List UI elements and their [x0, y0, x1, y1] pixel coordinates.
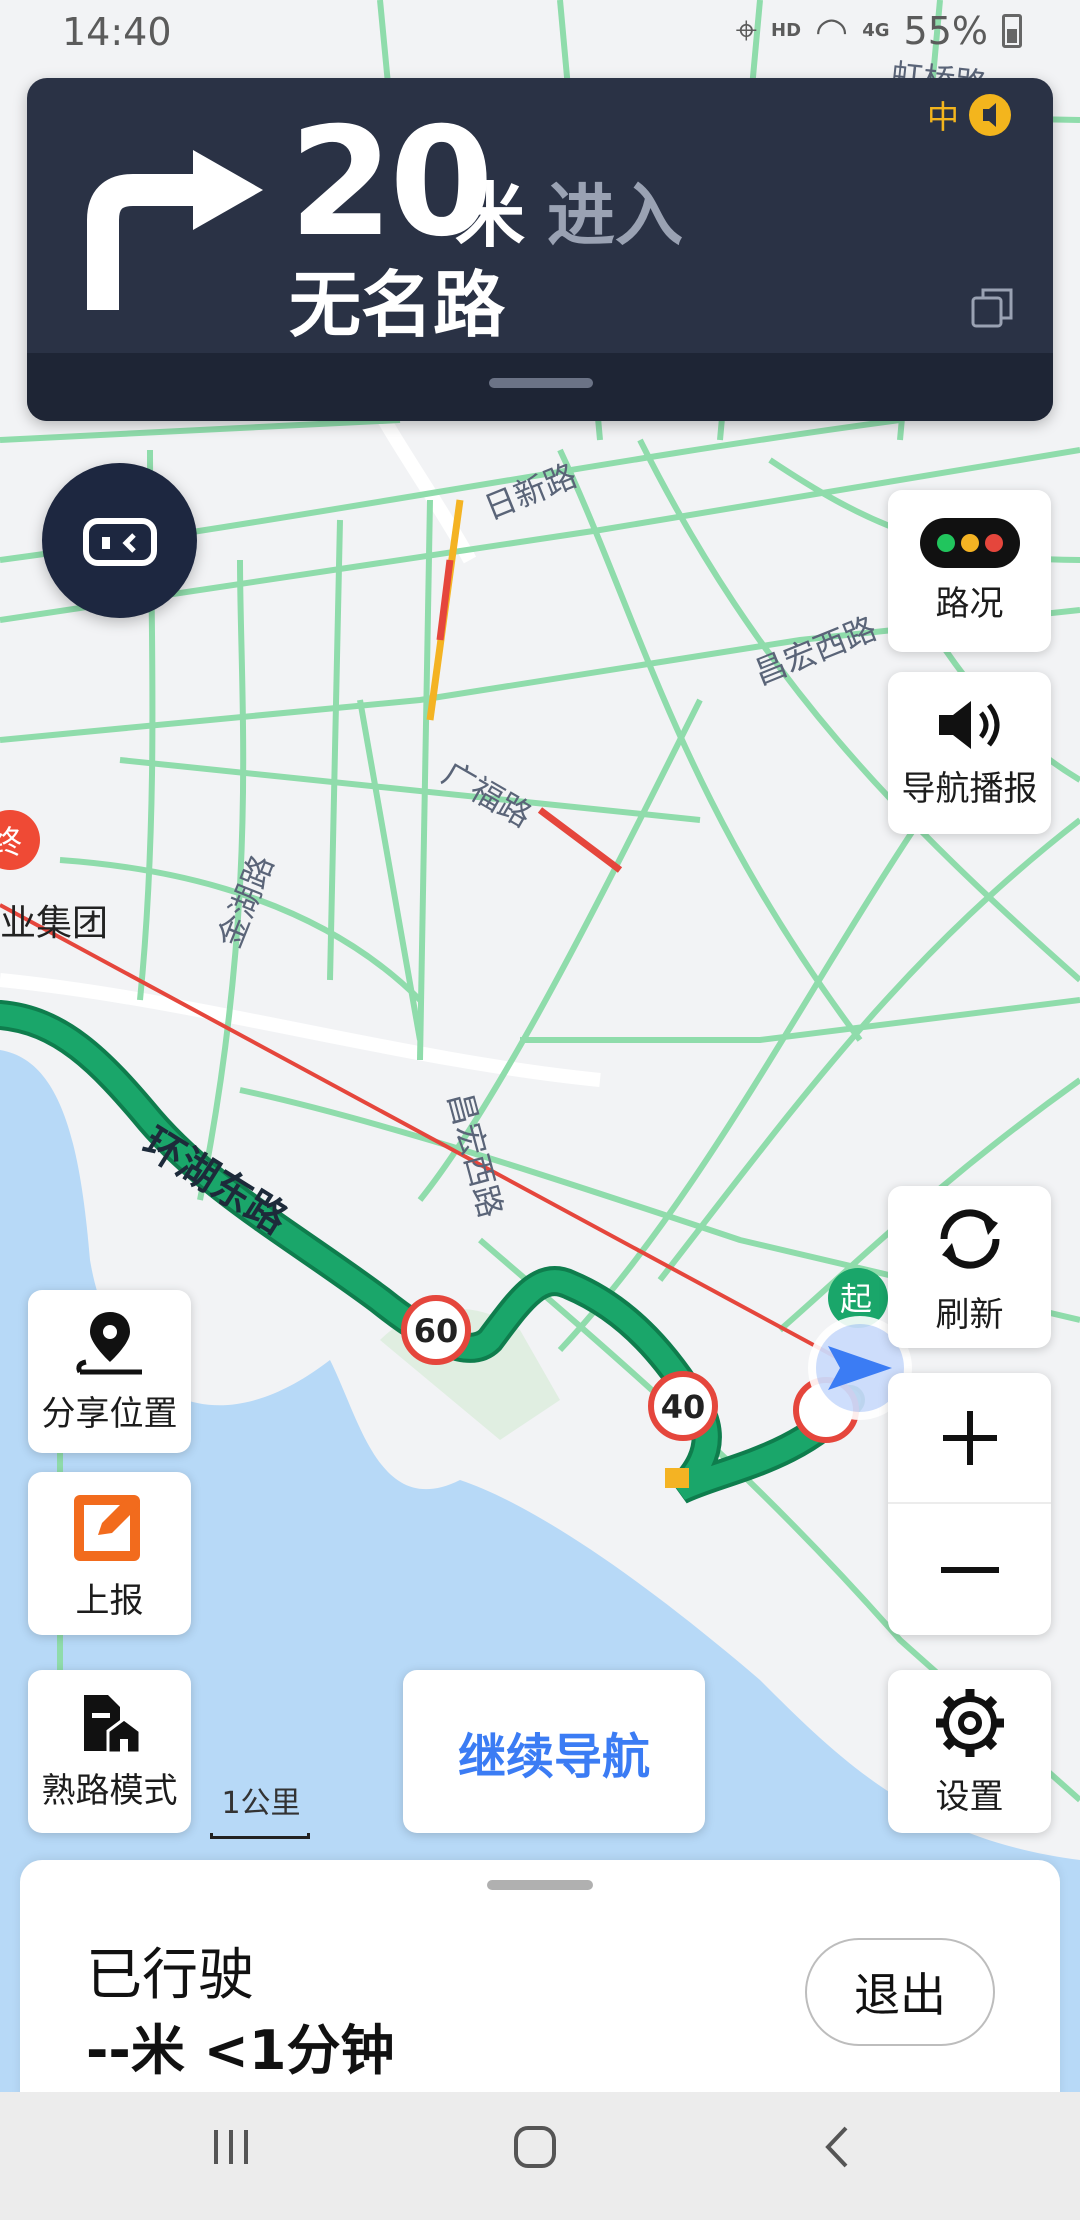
panel-handle[interactable] — [487, 1880, 593, 1890]
start-marker-text: 起 — [840, 1280, 872, 1318]
battery-icon — [1002, 13, 1022, 48]
hd-label: HD — [771, 20, 802, 41]
assistant-button[interactable] — [42, 463, 197, 618]
settings-label: 设置 — [935, 1777, 1004, 1817]
voice-broadcast-button[interactable]: 导航播报 — [888, 672, 1051, 834]
driven-value: --米 <1分钟 — [86, 2019, 395, 2082]
volume-level: 中 — [926, 98, 959, 136]
edit-report-icon — [73, 1495, 140, 1561]
speed-limit-60: 60 — [401, 1295, 471, 1365]
zoom-control — [888, 1373, 1051, 1635]
status-icons: ⌖ HD ◠ 4G 55% — [736, 8, 1022, 53]
traffic-button[interactable]: 路况 — [888, 490, 1051, 652]
traffic-light-icon — [919, 517, 1020, 568]
refresh-button[interactable]: 刷新 — [888, 1186, 1051, 1348]
location-icon: ⌖ — [735, 8, 758, 52]
zoom-out-button[interactable] — [888, 1504, 1051, 1635]
gear-icon — [935, 1689, 1004, 1757]
report-label: 上报 — [75, 1581, 144, 1621]
scale-bar — [210, 1833, 310, 1839]
status-time: 14:40 — [62, 10, 172, 54]
continue-navigation-button[interactable]: 继续导航 — [403, 1670, 705, 1833]
familiar-route-label: 熟路模式 — [41, 1771, 178, 1811]
nav-card-handle[interactable] — [489, 378, 593, 388]
network-label: 4G — [862, 20, 890, 41]
speed-limit-40-text: 40 — [661, 1388, 706, 1426]
back-icon[interactable] — [814, 2122, 864, 2172]
status-bar: 14:40 ⌖ HD ◠ 4G 55% — [0, 0, 1080, 66]
plus-icon — [942, 1410, 997, 1465]
home-icon[interactable] — [510, 2122, 560, 2172]
location-pin-icon — [75, 1312, 142, 1375]
speed-limit-40: 40 — [648, 1371, 718, 1441]
minus-icon — [940, 1566, 999, 1573]
recent-apps-icon[interactable] — [206, 2122, 256, 2172]
speaker-icon — [938, 700, 999, 749]
map-label-group: 业集团 — [0, 903, 108, 944]
refresh-label: 刷新 — [935, 1294, 1004, 1335]
familiar-route-button[interactable]: 熟路模式 — [28, 1670, 191, 1833]
report-button[interactable]: 上报 — [28, 1472, 191, 1635]
familiar-route-icon — [83, 1695, 141, 1755]
zoom-in-button[interactable] — [888, 1373, 1051, 1504]
volume-indicator[interactable]: 中 — [927, 92, 1013, 138]
exit-button[interactable]: 退出 — [805, 1938, 995, 2046]
turn-right-icon — [87, 150, 263, 310]
trip-info-panel: 已行驶 --米 <1分钟 退出 — [20, 1860, 1060, 2100]
wifi-icon: ◠ — [815, 8, 849, 53]
robot-face-icon — [82, 517, 157, 566]
copy-icon[interactable] — [969, 284, 1017, 332]
refresh-icon — [939, 1208, 1000, 1269]
driven-label: 已行驶 — [86, 1943, 254, 2008]
speaker-signal-icon — [969, 94, 1011, 136]
end-marker-text: 终 — [0, 823, 22, 861]
nav-instruction-card[interactable]: 20 米 进入 无名路 中 — [27, 78, 1053, 421]
settings-button[interactable]: 设置 — [888, 1670, 1051, 1833]
system-nav-bar — [0, 2092, 1080, 2220]
traffic-label: 路况 — [935, 583, 1004, 624]
share-location-button[interactable]: 分享位置 — [28, 1290, 191, 1453]
road-name: 无名路 — [289, 263, 506, 347]
action-text: 进入 — [547, 177, 684, 256]
scale-label: 1公里 — [221, 1786, 301, 1821]
speed-limit-60-text: 60 — [414, 1312, 459, 1350]
voice-broadcast-label: 导航播报 — [901, 768, 1038, 809]
battery-text: 55% — [903, 8, 988, 53]
share-location-label: 分享位置 — [41, 1394, 178, 1434]
